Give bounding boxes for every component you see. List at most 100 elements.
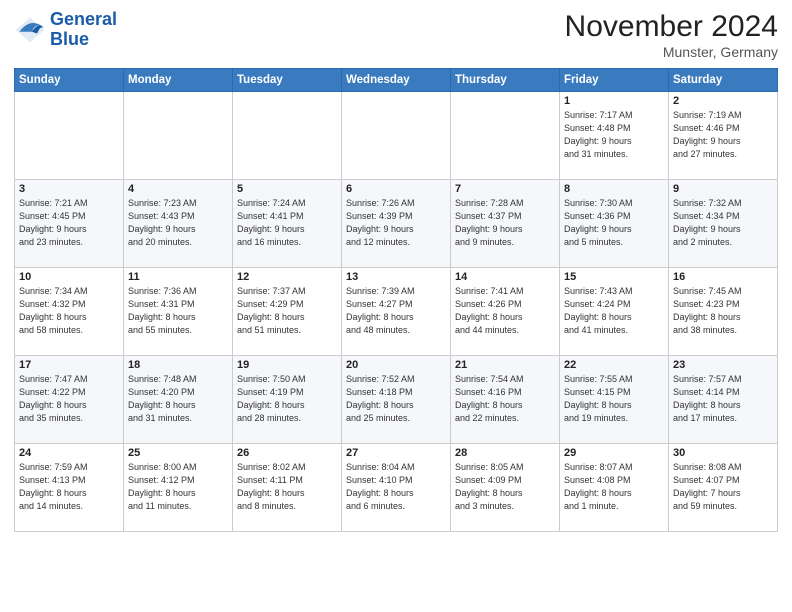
- calendar-week-row: 17Sunrise: 7:47 AMSunset: 4:22 PMDayligh…: [15, 356, 778, 444]
- logo-icon: [14, 14, 46, 46]
- header: General Blue November 2024 Munster, Germ…: [14, 10, 778, 60]
- day-info: Sunrise: 8:07 AMSunset: 4:08 PMDaylight:…: [564, 461, 664, 513]
- calendar-cell: 28 Sunrise: 8:05 AMSunset: 4:09 PMDayligh…: [451, 444, 560, 532]
- weekday-header: Thursday: [451, 69, 560, 92]
- calendar-cell: 21 Sunrise: 7:54 AMSunset: 4:16 PMDayligh…: [451, 356, 560, 444]
- page: General Blue November 2024 Munster, Germ…: [0, 0, 792, 612]
- calendar-cell: 8 Sunrise: 7:30 AMSunset: 4:36 PMDaylight…: [560, 180, 669, 268]
- calendar-cell: 19Sunrise: 7:50 AMSunset: 4:19 PMDayligh…: [233, 356, 342, 444]
- day-number: 10: [19, 271, 119, 283]
- day-info: Sunrise: 7:57 AMSunset: 4:14 PMDaylight:…: [673, 373, 773, 425]
- day-number: 25: [128, 447, 228, 459]
- day-number: 12: [237, 271, 337, 283]
- day-info: Sunrise: 7:24 AMSunset: 4:41 PMDaylight:…: [237, 197, 337, 249]
- day-info: Sunrise: 7:43 AMSunset: 4:24 PMDaylight:…: [564, 285, 664, 337]
- day-number: 26: [237, 447, 337, 459]
- calendar-cell: 22 Sunrise: 7:55 AMSunset: 4:15 PMDayligh…: [560, 356, 669, 444]
- calendar-cell: 17Sunrise: 7:47 AMSunset: 4:22 PMDayligh…: [15, 356, 124, 444]
- day-number: 1: [564, 95, 664, 107]
- day-info: Sunrise: 7:54 AMSunset: 4:16 PMDaylight:…: [455, 373, 555, 425]
- day-info: Sunrise: 7:19 AMSunset: 4:46 PMDaylight:…: [673, 109, 773, 161]
- day-number: 9: [673, 183, 773, 195]
- calendar-week-row: 24Sunrise: 7:59 AMSunset: 4:13 PMDayligh…: [15, 444, 778, 532]
- day-info: Sunrise: 7:48 AMSunset: 4:20 PMDaylight:…: [128, 373, 228, 425]
- calendar-cell: 1Sunrise: 7:17 AMSunset: 4:48 PMDaylight…: [560, 92, 669, 180]
- day-number: 7: [455, 183, 555, 195]
- day-number: 21: [455, 359, 555, 371]
- day-info: Sunrise: 7:50 AMSunset: 4:19 PMDaylight:…: [237, 373, 337, 425]
- calendar-cell: [15, 92, 124, 180]
- day-number: 15: [564, 271, 664, 283]
- calendar-cell: 25 Sunrise: 8:00 AMSunset: 4:12 PMDayligh…: [124, 444, 233, 532]
- day-info: Sunrise: 7:39 AMSunset: 4:27 PMDaylight:…: [346, 285, 446, 337]
- location: Munster, Germany: [565, 44, 778, 60]
- calendar-cell: 16 Sunrise: 7:45 AMSunset: 4:23 PMDayligh…: [669, 268, 778, 356]
- calendar-cell: 13 Sunrise: 7:39 AMSunset: 4:27 PMDayligh…: [342, 268, 451, 356]
- logo-text: General Blue: [50, 10, 117, 50]
- day-number: 11: [128, 271, 228, 283]
- title-block: November 2024 Munster, Germany: [565, 10, 778, 60]
- calendar-cell: 29 Sunrise: 8:07 AMSunset: 4:08 PMDayligh…: [560, 444, 669, 532]
- day-number: 3: [19, 183, 119, 195]
- day-info: Sunrise: 8:05 AMSunset: 4:09 PMDaylight:…: [455, 461, 555, 513]
- day-info: Sunrise: 7:32 AMSunset: 4:34 PMDaylight:…: [673, 197, 773, 249]
- day-info: Sunrise: 7:23 AMSunset: 4:43 PMDaylight:…: [128, 197, 228, 249]
- calendar-header-row: SundayMondayTuesdayWednesdayThursdayFrid…: [15, 69, 778, 92]
- day-info: Sunrise: 7:59 AMSunset: 4:13 PMDaylight:…: [19, 461, 119, 513]
- calendar-cell: 30Sunrise: 8:08 AMSunset: 4:07 PMDayligh…: [669, 444, 778, 532]
- logo-line1: General: [50, 10, 117, 30]
- calendar-cell: 2 Sunrise: 7:19 AMSunset: 4:46 PMDaylight…: [669, 92, 778, 180]
- weekday-header: Tuesday: [233, 69, 342, 92]
- calendar-cell: 20Sunrise: 7:52 AMSunset: 4:18 PMDayligh…: [342, 356, 451, 444]
- day-number: 2: [673, 95, 773, 107]
- day-number: 5: [237, 183, 337, 195]
- calendar-cell: 23Sunrise: 7:57 AMSunset: 4:14 PMDayligh…: [669, 356, 778, 444]
- weekday-header: Saturday: [669, 69, 778, 92]
- day-number: 8: [564, 183, 664, 195]
- calendar-cell: 26 Sunrise: 8:02 AMSunset: 4:11 PMDayligh…: [233, 444, 342, 532]
- day-info: Sunrise: 7:30 AMSunset: 4:36 PMDaylight:…: [564, 197, 664, 249]
- calendar-cell: 9 Sunrise: 7:32 AMSunset: 4:34 PMDaylight…: [669, 180, 778, 268]
- day-info: Sunrise: 7:45 AMSunset: 4:23 PMDaylight:…: [673, 285, 773, 337]
- day-number: 29: [564, 447, 664, 459]
- calendar-cell: 14Sunrise: 7:41 AMSunset: 4:26 PMDayligh…: [451, 268, 560, 356]
- day-info: Sunrise: 7:34 AMSunset: 4:32 PMDaylight:…: [19, 285, 119, 337]
- day-number: 13: [346, 271, 446, 283]
- day-number: 27: [346, 447, 446, 459]
- calendar-cell: 10 Sunrise: 7:34 AMSunset: 4:32 PMDayligh…: [15, 268, 124, 356]
- day-info: Sunrise: 7:36 AMSunset: 4:31 PMDaylight:…: [128, 285, 228, 337]
- day-info: Sunrise: 7:26 AMSunset: 4:39 PMDaylight:…: [346, 197, 446, 249]
- calendar-week-row: 3 Sunrise: 7:21 AMSunset: 4:45 PMDaylight…: [15, 180, 778, 268]
- calendar-cell: 6 Sunrise: 7:26 AMSunset: 4:39 PMDaylight…: [342, 180, 451, 268]
- day-info: Sunrise: 7:28 AMSunset: 4:37 PMDaylight:…: [455, 197, 555, 249]
- calendar-cell: 4 Sunrise: 7:23 AMSunset: 4:43 PMDaylight…: [124, 180, 233, 268]
- calendar-cell: 15 Sunrise: 7:43 AMSunset: 4:24 PMDayligh…: [560, 268, 669, 356]
- day-number: 6: [346, 183, 446, 195]
- day-info: Sunrise: 7:55 AMSunset: 4:15 PMDaylight:…: [564, 373, 664, 425]
- calendar-cell: [233, 92, 342, 180]
- day-number: 18: [128, 359, 228, 371]
- weekday-header: Sunday: [15, 69, 124, 92]
- logo: General Blue: [14, 10, 117, 50]
- day-info: Sunrise: 8:08 AMSunset: 4:07 PMDaylight:…: [673, 461, 773, 513]
- day-number: 28: [455, 447, 555, 459]
- day-info: Sunrise: 7:52 AMSunset: 4:18 PMDaylight:…: [346, 373, 446, 425]
- month-title: November 2024: [565, 10, 778, 44]
- calendar-cell: [342, 92, 451, 180]
- day-info: Sunrise: 8:00 AMSunset: 4:12 PMDaylight:…: [128, 461, 228, 513]
- calendar-cell: [451, 92, 560, 180]
- calendar-week-row: 10 Sunrise: 7:34 AMSunset: 4:32 PMDayligh…: [15, 268, 778, 356]
- day-info: Sunrise: 7:37 AMSunset: 4:29 PMDaylight:…: [237, 285, 337, 337]
- day-number: 16: [673, 271, 773, 283]
- weekday-header: Wednesday: [342, 69, 451, 92]
- calendar-cell: [124, 92, 233, 180]
- day-info: Sunrise: 7:21 AMSunset: 4:45 PMDaylight:…: [19, 197, 119, 249]
- calendar-week-row: 1Sunrise: 7:17 AMSunset: 4:48 PMDaylight…: [15, 92, 778, 180]
- day-info: Sunrise: 8:02 AMSunset: 4:11 PMDaylight:…: [237, 461, 337, 513]
- calendar-cell: 24Sunrise: 7:59 AMSunset: 4:13 PMDayligh…: [15, 444, 124, 532]
- day-number: 22: [564, 359, 664, 371]
- calendar-cell: 12 Sunrise: 7:37 AMSunset: 4:29 PMDayligh…: [233, 268, 342, 356]
- day-number: 4: [128, 183, 228, 195]
- day-number: 17: [19, 359, 119, 371]
- calendar-cell: 18 Sunrise: 7:48 AMSunset: 4:20 PMDayligh…: [124, 356, 233, 444]
